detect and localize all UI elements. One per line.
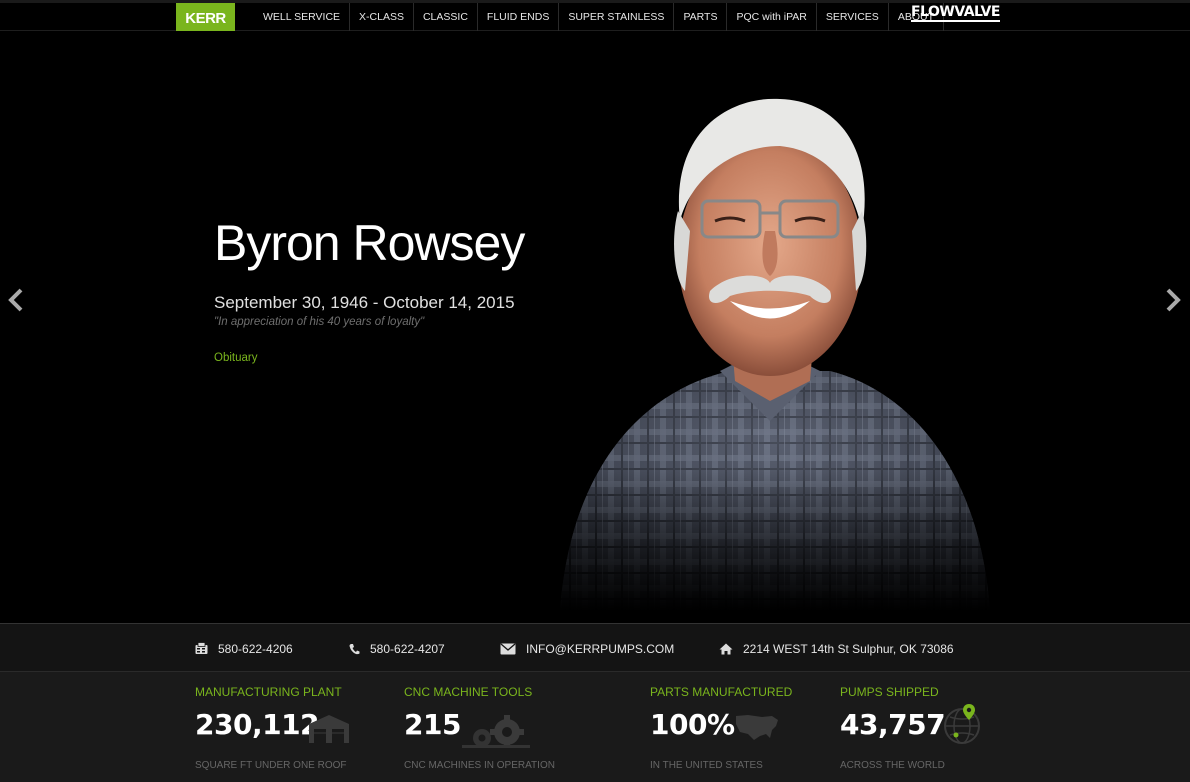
stat-value: 43,757 — [840, 708, 946, 741]
flowvalve-logo[interactable]: FLOWVALVE — [911, 5, 1000, 22]
hero-dates: September 30, 1946 - October 14, 2015 — [214, 293, 515, 312]
phone-icon — [349, 643, 360, 654]
email-contact: INFO@KERRPUMPS.COM — [500, 624, 674, 673]
main-menu: WELL SERVICE X-CLASS CLASSIC FLUID ENDS … — [254, 3, 944, 34]
menu-item-x-class[interactable]: X-CLASS — [350, 3, 414, 31]
hero-slider: Byron Rowsey September 30, 1946 - Octobe… — [0, 31, 1190, 623]
stat-value: 215 — [404, 708, 461, 741]
contact-bar: 580-622-4206 580-622-4207 INFO@KERRPUMPS… — [0, 623, 1190, 672]
hero-title: Byron Rowsey — [214, 215, 525, 271]
usa-map-icon — [736, 715, 778, 740]
menu-item-classic[interactable]: CLASSIC — [414, 3, 478, 31]
stat-subtitle: CNC MACHINES IN OPERATION — [404, 760, 555, 771]
stat-title: PARTS MANUFACTURED — [650, 685, 793, 699]
menu-item-fluid-ends[interactable]: FLUID ENDS — [478, 3, 560, 31]
stat-value: 100% — [650, 708, 735, 741]
portrait-image — [530, 98, 1010, 611]
fax-contact: 580-622-4206 — [195, 624, 293, 673]
kerr-logo[interactable]: KERR — [176, 3, 235, 34]
fax-number[interactable]: 580-622-4206 — [218, 642, 293, 656]
top-navigation: KERR WELL SERVICE X-CLASS CLASSIC FLUID … — [0, 0, 1190, 34]
stat-title: MANUFACTURING PLANT — [195, 685, 342, 699]
menu-item-well-service[interactable]: WELL SERVICE — [254, 3, 351, 31]
address-contact: 2214 WEST 14th St Sulphur, OK 73086 — [719, 624, 954, 673]
email-address[interactable]: INFO@KERRPUMPS.COM — [526, 642, 674, 656]
envelope-icon — [500, 643, 516, 654]
menu-item-pqc-ipar[interactable]: PQC with iPAR — [727, 3, 817, 31]
next-slide-arrow-icon[interactable] — [1162, 286, 1184, 314]
stat-subtitle: SQUARE FT UNDER ONE ROOF — [195, 760, 347, 771]
hero-quote: "In appreciation of his 40 years of loya… — [214, 316, 425, 328]
stat-value: 230,112 — [195, 708, 320, 741]
previous-slide-arrow-icon[interactable] — [5, 286, 27, 314]
menu-item-super-stainless[interactable]: SUPER STAINLESS — [559, 3, 675, 31]
stat-subtitle: IN THE UNITED STATES — [650, 760, 763, 771]
stat-title: PUMPS SHIPPED — [840, 685, 939, 699]
stat-subtitle: ACROSS THE WORLD — [840, 760, 945, 771]
obituary-link[interactable]: Obituary — [214, 352, 257, 364]
menu-item-services[interactable]: SERVICES — [817, 3, 889, 31]
globe-pin-icon — [944, 704, 980, 744]
home-icon — [719, 643, 733, 654]
street-address: 2214 WEST 14th St Sulphur, OK 73086 — [743, 641, 954, 656]
warehouse-icon — [309, 715, 349, 743]
menu-item-parts[interactable]: PARTS — [674, 3, 728, 31]
stat-title: CNC MACHINE TOOLS — [404, 685, 533, 699]
phone-contact: 580-622-4207 — [349, 624, 445, 673]
gears-icon — [462, 715, 530, 748]
fax-icon — [195, 642, 208, 654]
stats-section: MANUFACTURING PLANT 230,112 SQUARE FT UN… — [0, 672, 1190, 782]
phone-number[interactable]: 580-622-4207 — [370, 642, 445, 656]
